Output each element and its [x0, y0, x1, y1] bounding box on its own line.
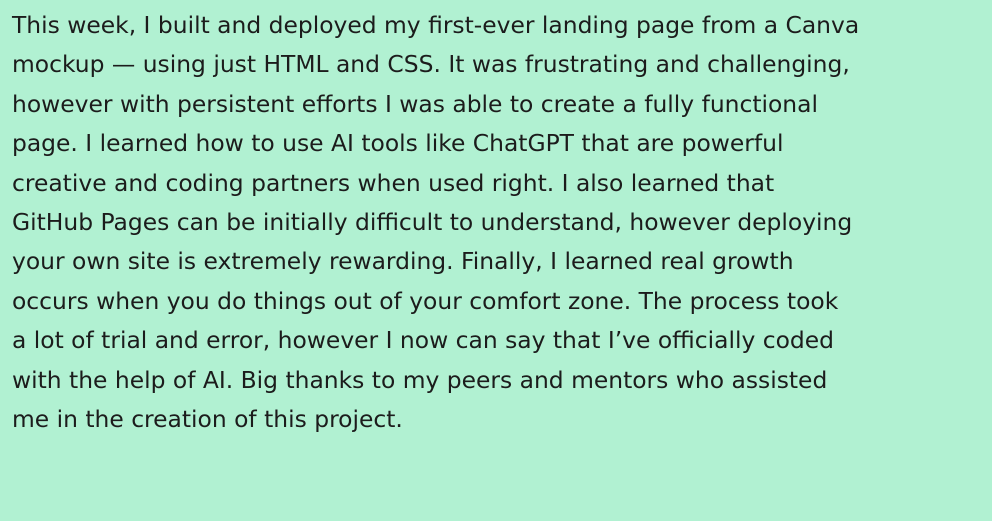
post-line-6: GitHub Pages can be initially difficult … [12, 208, 853, 237]
post-line-7: your own site is extremely rewarding. Fi… [12, 247, 794, 276]
post-container: This week, I built and deployed my first… [0, 0, 992, 521]
post-line-5: creative and coding partners when used r… [12, 168, 775, 197]
post-line-10: with the help of AI. Big thanks to my pe… [12, 365, 828, 394]
post-line-1: This week, I built and deployed my first… [12, 11, 860, 39]
post-paragraph: This week, I built and deployed my first… [12, 6, 980, 439]
post-line-8: occurs when you do things out of your co… [12, 286, 839, 315]
post-line-4: page. I learned how to use AI tools like… [12, 129, 784, 158]
post-line-9: a lot of trial and error, however I now … [12, 326, 834, 355]
post-line-11: me in the creation of this project. [12, 405, 403, 434]
post-line-3: however with persistent efforts I was ab… [12, 89, 818, 118]
post-line-2: mockup — using just HTML and CSS. It was… [12, 50, 850, 79]
